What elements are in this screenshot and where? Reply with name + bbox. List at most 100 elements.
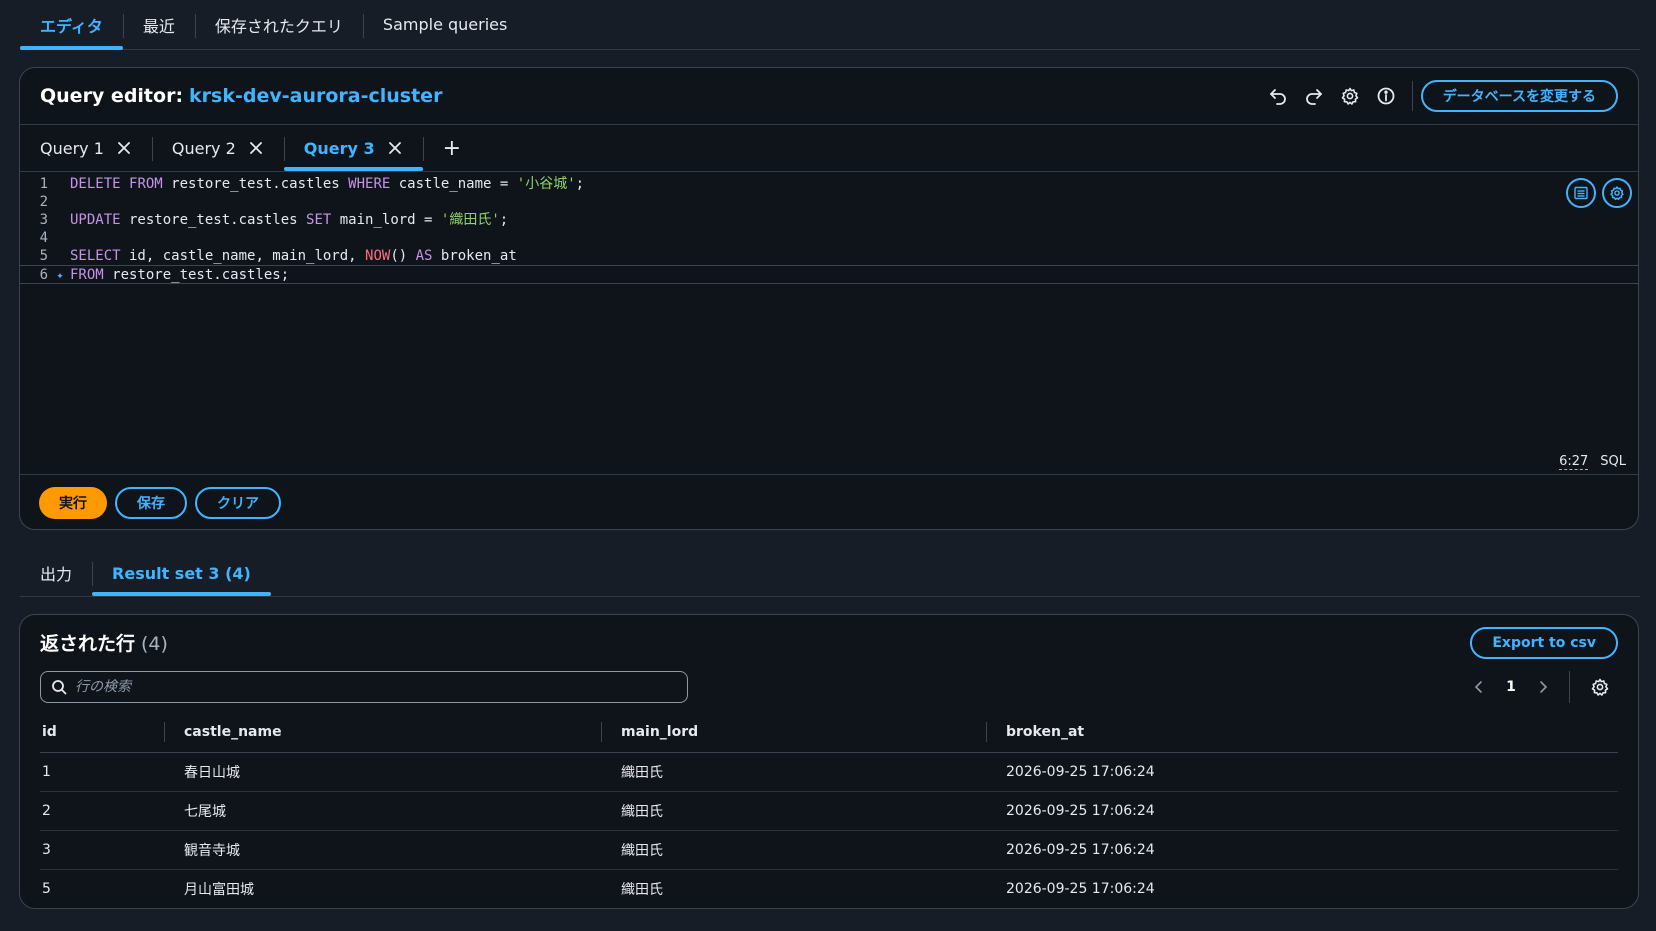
tab-editor[interactable]: エディタ <box>20 0 123 50</box>
change-database-button[interactable]: データベースを変更する <box>1420 80 1618 112</box>
line-number: 3 <box>39 212 48 228</box>
tab-query-2[interactable]: Query 2 <box>151 125 284 171</box>
settings-gear-icon[interactable] <box>1332 78 1368 114</box>
sql-text: broken_at <box>432 248 517 264</box>
tab-label: Query 3 <box>303 138 375 158</box>
sql-text: main_lord = <box>331 212 441 228</box>
editor-title-label: Query editor: <box>40 85 184 107</box>
sql-keyword: AS <box>415 248 433 264</box>
gutter <box>50 175 70 193</box>
sql-keyword: FROM <box>129 176 163 192</box>
code-line: 2 <box>20 193 1638 211</box>
close-icon[interactable] <box>387 140 403 156</box>
cell-main-lord: 織田氏 <box>601 791 986 831</box>
chevron-right-icon[interactable] <box>1529 673 1557 701</box>
cell-id: 3 <box>40 830 164 870</box>
cell-castle-name: 月山富田城 <box>184 881 254 898</box>
result-tabs: 出力 Result set 3 (4) <box>20 550 1640 597</box>
sql-text: id, castle_name, main_lord, <box>120 248 366 264</box>
sparkle-icon[interactable]: ✦ <box>50 266 70 283</box>
search-input[interactable] <box>75 679 677 695</box>
search-row: 1 <box>40 670 1618 704</box>
column-label: castle_name <box>184 723 282 740</box>
cell-main-lord: 織田氏 <box>601 830 986 870</box>
tab-query-3[interactable]: Query 3 <box>283 125 423 171</box>
column-header-broken-at[interactable]: broken_at <box>986 712 1618 753</box>
add-tab-plus-icon[interactable]: + <box>422 125 481 171</box>
sql-keyword: SET <box>306 212 332 228</box>
sql-string: '織田氏' <box>440 212 500 228</box>
cell-broken-at: 2026-09-25 17:06:24 <box>986 830 1618 870</box>
run-button[interactable]: 実行 <box>39 486 107 519</box>
editor-title: Query editor: krsk-dev-aurora-cluster <box>40 85 442 107</box>
sql-keyword: UPDATE <box>70 212 121 228</box>
current-page[interactable]: 1 <box>1497 679 1525 695</box>
tab-query-1[interactable]: Query 1 <box>20 125 152 171</box>
cursor-position[interactable]: 6:27 <box>1559 454 1589 470</box>
tab-result-set-3[interactable]: Result set 3 (4) <box>92 550 271 596</box>
sql-text: ; <box>499 212 509 228</box>
column-header-id[interactable]: id <box>40 712 164 753</box>
search-box <box>40 671 688 703</box>
search-icon <box>52 680 67 695</box>
tab-sample-queries[interactable]: Sample queries <box>362 0 527 50</box>
code-line: 5 SELECT id, castle_name, main_lord, NOW… <box>20 247 1638 265</box>
line-number: 6 <box>39 267 48 283</box>
undo-icon[interactable] <box>1260 78 1296 114</box>
cell-id: 5 <box>42 880 51 897</box>
cell-castle-name: 観音寺城 <box>164 830 601 870</box>
top-tabs: エディタ 最近 保存されたクエリ Sample queries <box>20 0 1640 50</box>
column-label: main_lord <box>621 723 699 740</box>
save-button[interactable]: 保存 <box>115 486 187 519</box>
editor-settings-gear-icon[interactable] <box>1602 178 1632 208</box>
cell-castle-name: 七尾城 <box>164 791 601 831</box>
language-mode: SQL <box>1600 454 1626 469</box>
tab-recent[interactable]: 最近 <box>122 0 195 50</box>
column-label: broken_at <box>1006 723 1085 740</box>
gutter <box>50 229 70 247</box>
tab-label: Query 2 <box>171 138 236 158</box>
tab-output[interactable]: 出力 <box>20 550 92 596</box>
info-icon[interactable] <box>1368 78 1404 114</box>
sql-string: '小谷城' <box>516 176 576 192</box>
tab-saved-queries[interactable]: 保存されたクエリ <box>194 0 363 50</box>
gutter <box>50 211 70 229</box>
results-title-label: 返された行 <box>40 633 136 655</box>
line-number: 5 <box>39 248 48 264</box>
table-row[interactable]: 2 七尾城 織田氏 2026-09-25 17:06:24 <box>40 791 1618 831</box>
sql-text: restore_test.castles <box>120 212 307 228</box>
redo-icon[interactable] <box>1296 78 1332 114</box>
results-title: 返された行 (4) <box>40 629 168 656</box>
table-row[interactable]: 3 観音寺城 織田氏 2026-09-25 17:06:24 <box>40 830 1618 870</box>
column-header-main-lord[interactable]: main_lord <box>601 712 986 753</box>
editor-header: Query editor: krsk-dev-aurora-cluster データ… <box>20 68 1638 125</box>
line-number: 1 <box>39 176 48 192</box>
query-tabs: Query 1 Query 2 Query 3 + <box>20 125 1638 172</box>
cell-broken-at: 2026-09-25 17:06:24 <box>1006 880 1155 897</box>
code-line-current: 6 ✦ FROM restore_test.castles; <box>20 265 1638 284</box>
table-row[interactable]: 1 春日山城 織田氏 2026-09-25 17:06:24 <box>40 752 1618 792</box>
column-header-castle-name[interactable]: castle_name <box>164 712 601 753</box>
close-icon[interactable] <box>116 140 132 156</box>
export-csv-button[interactable]: Export to csv <box>1470 626 1618 659</box>
table-settings-gear-icon[interactable] <box>1582 669 1618 705</box>
line-number: 4 <box>39 230 48 246</box>
close-icon[interactable] <box>248 140 264 156</box>
chevron-left-icon[interactable] <box>1465 673 1493 701</box>
line-number: 2 <box>39 194 48 210</box>
keyboard-shortcuts-icon[interactable] <box>1566 178 1596 208</box>
cell-main-lord: 織田氏 <box>601 752 986 792</box>
code-line: 1 DELETE FROM restore_test.castles WHERE… <box>20 175 1638 193</box>
gutter <box>50 193 70 211</box>
sql-text: restore_test.castles; <box>103 267 290 283</box>
sql-text: castle_name = <box>390 176 517 192</box>
table-header-row: id castle_name main_lord broken_at <box>40 712 1618 753</box>
editor-footer: 実行 保存 クリア <box>20 474 1638 529</box>
clear-button[interactable]: クリア <box>195 486 281 519</box>
code-line: 4 <box>20 229 1638 247</box>
editor-status-bar: 6:27 SQL <box>1559 454 1626 470</box>
table-row[interactable]: 5 月山富田城 織田氏 2026-09-25 17:06:24 <box>40 869 1618 908</box>
sql-keyword: WHERE <box>348 176 391 192</box>
sql-text: ; <box>575 176 585 192</box>
sql-code-editor[interactable]: 1 DELETE FROM restore_test.castles WHERE… <box>20 172 1638 474</box>
